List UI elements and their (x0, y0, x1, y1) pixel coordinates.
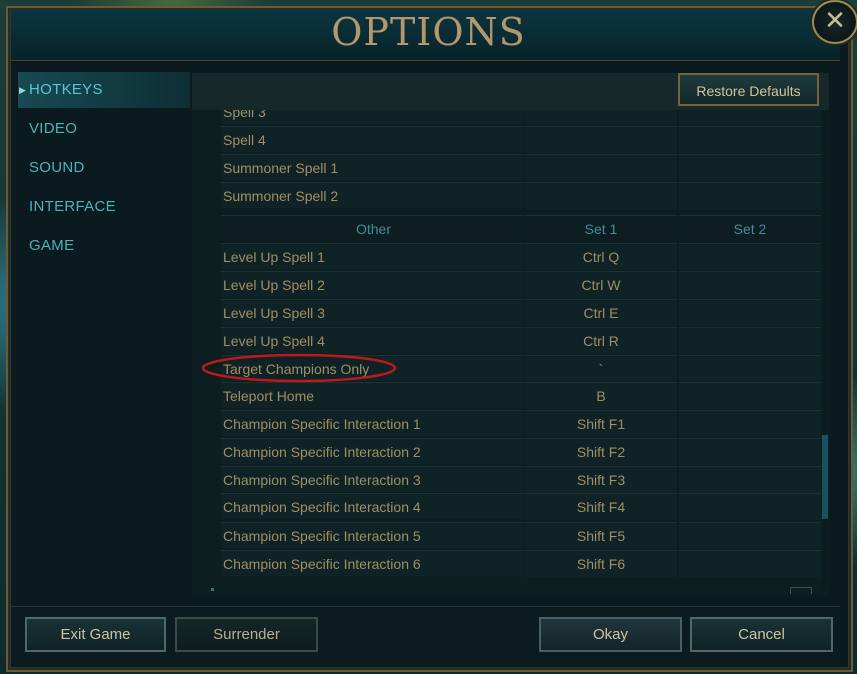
hotkey-name: Spell 3 (221, 110, 524, 124)
hotkey-row[interactable]: Level Up Spell 3 Ctrl E (221, 299, 821, 326)
hotkey-row[interactable]: Champion Specific Interaction 4 Shift F4 (221, 493, 821, 520)
hotkey-set1[interactable]: Shift F5 (525, 522, 677, 549)
hotkey-row[interactable]: Summoner Spell 2 (221, 182, 821, 209)
hotkey-set2[interactable] (679, 438, 821, 465)
column-header-action: Other (221, 215, 524, 241)
hotkey-set1[interactable]: Shift F6 (525, 550, 677, 577)
hotkey-row[interactable]: Champion Specific Interaction 6 Shift F6 (221, 550, 821, 577)
sidebar-item-label: HOTKEYS (29, 81, 103, 98)
arrow-right-icon: ▶ (19, 85, 27, 95)
hotkey-set1[interactable]: B (525, 382, 677, 409)
hotkey-set1[interactable] (525, 182, 677, 209)
hotkey-name: Level Up Spell 1 (221, 243, 524, 269)
hotkey-set2[interactable] (679, 299, 821, 326)
scrollbar[interactable] (822, 110, 828, 590)
hotkey-name: Level Up Spell 4 (221, 327, 524, 353)
hotkey-set1[interactable]: Shift F3 (525, 466, 677, 493)
hotkey-name: Champion Specific Interaction 6 (221, 550, 524, 576)
scrollbar-thumb[interactable] (822, 435, 828, 519)
hotkey-set1[interactable]: ` (525, 355, 677, 382)
hotkey-name: Summoner Spell 1 (221, 154, 524, 180)
sidebar-item-video[interactable]: VIDEO (18, 111, 190, 147)
hotkey-name: Champion Specific Interaction 5 (221, 522, 524, 548)
hotkey-set2[interactable] (679, 493, 821, 520)
close-button[interactable]: ✕ (812, 0, 857, 44)
hotkey-name: Spell 4 (221, 126, 524, 152)
hotkey-row[interactable]: Summoner Spell 1 (221, 154, 821, 181)
hotkey-row[interactable]: Spell 3 (221, 110, 821, 125)
hotkey-set1[interactable]: Ctrl Q (525, 243, 677, 270)
close-icon: ✕ (824, 6, 846, 36)
hotkey-set2[interactable] (679, 271, 821, 298)
sidebar-item-label: SOUND (29, 159, 85, 176)
okay-button[interactable]: Okay (539, 617, 682, 652)
list-corner-marker (790, 587, 812, 594)
sidebar-item-label: INTERFACE (29, 198, 116, 215)
column-header-set1: Set 1 (525, 215, 677, 242)
hotkey-row[interactable]: Spell 4 (221, 126, 821, 153)
hotkey-set1[interactable] (525, 154, 677, 181)
column-header-set2: Set 2 (679, 215, 821, 242)
hotkey-set1[interactable]: Shift F1 (525, 410, 677, 437)
hotkey-name: Level Up Spell 2 (221, 271, 524, 297)
hotkey-set2[interactable] (679, 466, 821, 493)
hotkey-name: Champion Specific Interaction 1 (221, 410, 524, 436)
hotkey-set2[interactable] (679, 522, 821, 549)
hotkey-set2[interactable] (679, 154, 821, 181)
hotkey-row[interactable]: Champion Specific Interaction 5 Shift F5 (221, 522, 821, 549)
section-header: Other Set 1 Set 2 (221, 215, 821, 242)
cancel-button[interactable]: Cancel (690, 617, 833, 652)
hotkey-set1[interactable]: Ctrl W (525, 271, 677, 298)
surrender-button[interactable]: Surrender (175, 617, 318, 652)
hotkey-name: Champion Specific Interaction 2 (221, 438, 524, 464)
sidebar-item-sound[interactable]: SOUND (18, 150, 190, 186)
hotkey-set2[interactable] (679, 126, 821, 153)
hotkey-set2[interactable] (679, 327, 821, 354)
hotkey-row[interactable]: Champion Specific Interaction 2 Shift F2 (221, 438, 821, 465)
sidebar-item-game[interactable]: GAME (18, 228, 190, 264)
hotkey-row[interactable]: Champion Specific Interaction 1 Shift F1 (221, 410, 821, 437)
hotkey-set1[interactable] (525, 110, 677, 125)
list-dot (211, 588, 214, 591)
hotkey-name: Summoner Spell 2 (221, 182, 524, 208)
hotkey-set2[interactable] (679, 410, 821, 437)
hotkey-row[interactable]: Level Up Spell 2 Ctrl W (221, 271, 821, 298)
hotkey-list: Spell 3 Spell 4 Summoner Spell 1 Summone… (221, 110, 821, 580)
hotkey-set1[interactable]: Shift F2 (525, 438, 677, 465)
hotkey-set1[interactable] (525, 126, 677, 153)
hotkey-set1[interactable]: Ctrl R (525, 327, 677, 354)
hotkey-set2[interactable] (679, 355, 821, 382)
hotkey-row[interactable]: Level Up Spell 4 Ctrl R (221, 327, 821, 354)
hotkey-set2[interactable] (679, 243, 821, 270)
restore-defaults-button[interactable]: Restore Defaults (678, 73, 819, 106)
hotkey-row[interactable]: Target Champions Only ` (221, 355, 821, 382)
hotkey-row[interactable]: Champion Specific Interaction 3 Shift F3 (221, 466, 821, 493)
window-title: OPTIONS (331, 10, 526, 54)
hotkey-name: Level Up Spell 3 (221, 299, 524, 325)
hotkey-row[interactable]: Teleport Home B (221, 382, 821, 409)
hotkey-name: Target Champions Only (221, 355, 524, 381)
hotkey-name: Champion Specific Interaction 4 (221, 493, 524, 519)
sidebar: ▶ HOTKEYS VIDEO SOUND INTERFACE GAME (18, 72, 190, 267)
hotkey-row[interactable]: Level Up Spell 1 Ctrl Q (221, 243, 821, 270)
hotkey-set1[interactable]: Shift F4 (525, 493, 677, 520)
hotkey-set1[interactable]: Ctrl E (525, 299, 677, 326)
hotkey-name: Champion Specific Interaction 3 (221, 466, 524, 492)
sidebar-item-label: GAME (29, 237, 75, 254)
hotkey-set2[interactable] (679, 182, 821, 209)
hotkey-name: Teleport Home (221, 382, 524, 408)
hotkey-set2[interactable] (679, 110, 821, 125)
hotkey-set2[interactable] (679, 550, 821, 577)
sidebar-item-interface[interactable]: INTERFACE (18, 189, 190, 225)
sidebar-item-hotkeys[interactable]: ▶ HOTKEYS (18, 72, 190, 108)
exit-game-button[interactable]: Exit Game (25, 617, 166, 652)
sidebar-item-label: VIDEO (29, 120, 78, 137)
hotkey-set2[interactable] (679, 382, 821, 409)
